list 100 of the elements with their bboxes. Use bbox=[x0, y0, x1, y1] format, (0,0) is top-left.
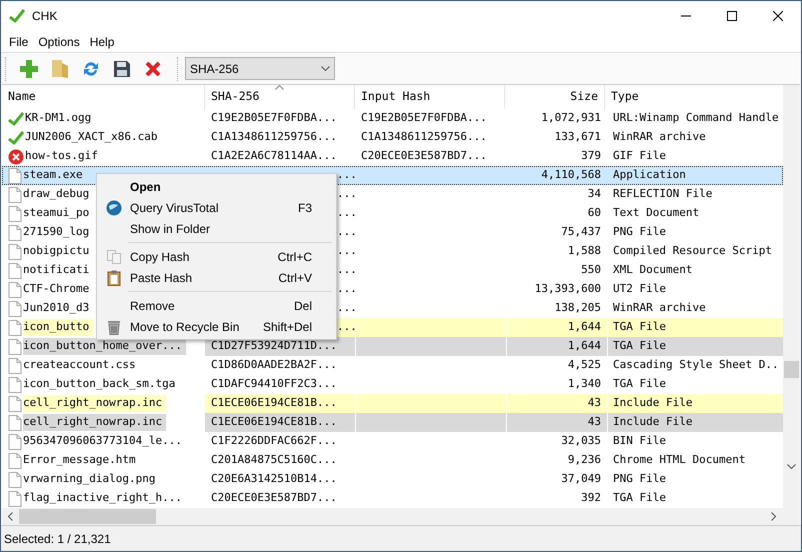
hash-select[interactable]: SHA-256 bbox=[185, 57, 335, 80]
table-cell-text: BIN File bbox=[612, 433, 667, 450]
delete-icon bbox=[145, 60, 161, 76]
table-cell[interactable]: icon_button_home_over... bbox=[23, 338, 186, 355]
table-cell-text: TGA File bbox=[612, 490, 667, 506]
plus-icon bbox=[20, 60, 38, 78]
vertical-scrollbar[interactable] bbox=[783, 85, 800, 508]
table-cell-text: C20ECE0E3E587BD7... bbox=[360, 148, 488, 164]
status-text: Selected: 1 / 21,321 bbox=[4, 530, 111, 548]
context-menu-item[interactable]: Query VirusTotal F3 bbox=[97, 197, 336, 218]
table-cell[interactable]: cell_right_nowrap.inc bbox=[23, 414, 166, 431]
table-cell[interactable]: 271590_log bbox=[23, 224, 94, 241]
table-cell-text: UT2 File bbox=[612, 281, 667, 298]
table-cell-text: 550 bbox=[580, 262, 602, 278]
context-menu-item[interactable]: Remove Del bbox=[97, 295, 336, 316]
context-menu-item[interactable]: Open bbox=[97, 176, 336, 197]
table-cell[interactable]: CTF-Chrome bbox=[23, 281, 94, 298]
table-cell[interactable]: icon_butto bbox=[23, 319, 94, 336]
file-icon bbox=[8, 490, 22, 506]
table-cell[interactable]: nobigpictu bbox=[23, 243, 94, 260]
table-cell[interactable]: cell_right_nowrap.inc bbox=[23, 395, 166, 412]
table-cell-text: URL:Winamp Command Handle bbox=[612, 110, 780, 126]
file-icon bbox=[8, 224, 22, 240]
table-cell-text: C20E6A3142510B14... bbox=[210, 471, 338, 488]
file-icon bbox=[8, 262, 22, 278]
table-cell-text: C19E2B05E7F0FDBA... bbox=[210, 110, 338, 126]
close-icon bbox=[773, 11, 783, 21]
table-cell-text: 1,588 bbox=[566, 243, 602, 260]
table-cell: 1,644 bbox=[507, 337, 607, 356]
table-cell[interactable]: Jun2010_d3 bbox=[23, 300, 94, 317]
add-button[interactable] bbox=[19, 58, 39, 80]
table-cell-text: 392 bbox=[580, 490, 602, 506]
file-icon bbox=[8, 300, 22, 316]
folder-icon bbox=[52, 60, 68, 78]
table-cell[interactable]: how-tos.gif bbox=[25, 148, 102, 165]
table-cell[interactable]: steamui_po bbox=[23, 205, 94, 222]
table-cell[interactable]: createaccount.css bbox=[23, 357, 140, 374]
table-cell-text: Cascading Style Sheet D.. bbox=[612, 357, 780, 374]
file-icon bbox=[8, 414, 22, 430]
table-cell-text: ... bbox=[337, 243, 357, 260]
table-cell-text: Text Document bbox=[612, 205, 700, 222]
table-cell-text: 138,205 bbox=[554, 300, 602, 316]
table-cell-text: ... bbox=[337, 167, 357, 184]
table-cell[interactable]: draw_debug bbox=[23, 186, 94, 203]
table-cell-text: ... bbox=[337, 319, 357, 336]
table-cell[interactable]: vrwarning_dialog.png bbox=[23, 471, 160, 488]
open-folder-button[interactable] bbox=[50, 58, 70, 80]
column-header[interactable]: SHA-256 bbox=[205, 85, 355, 109]
globe-icon bbox=[106, 200, 122, 216]
table-cell-text: 133,671 bbox=[554, 129, 602, 146]
table-cell[interactable]: Error_message.htm bbox=[23, 452, 140, 469]
chevron-down-icon bbox=[321, 66, 330, 71]
refresh-icon bbox=[82, 60, 100, 78]
table-cell: TGA File bbox=[608, 337, 783, 356]
horizontal-scrollbar[interactable] bbox=[2, 508, 800, 525]
table-cell[interactable]: icon_button_back_sm.tga bbox=[23, 376, 180, 393]
table-cell-text: C1A2E2A6C78114AA... bbox=[210, 148, 338, 164]
table-cell-text: 32,035 bbox=[560, 433, 602, 450]
table-cell-text: C20ECE0E3E587BD7... bbox=[210, 490, 338, 506]
table-cell-text: ... bbox=[337, 281, 357, 298]
table-cell[interactable]: JUN2006_XACT_x86.cab bbox=[25, 129, 162, 146]
column-header[interactable]: Input Hash bbox=[355, 85, 505, 109]
column-header[interactable]: Name bbox=[2, 85, 205, 109]
table-cell: C1ECE06E194CE81B... bbox=[205, 394, 355, 413]
table-cell-text: 60 bbox=[586, 205, 602, 222]
context-menu-item[interactable]: Paste Hash Ctrl+V bbox=[97, 267, 336, 288]
table-cell-text: 13,393,600 bbox=[534, 281, 602, 298]
context-menu-item[interactable]: Copy Hash Ctrl+C bbox=[97, 246, 336, 267]
file-icon bbox=[8, 186, 22, 202]
table-cell: Include File bbox=[608, 394, 783, 413]
table-cell-text: ... bbox=[337, 300, 357, 316]
column-header[interactable]: Size bbox=[505, 85, 605, 109]
scrollbar-thumb[interactable] bbox=[784, 361, 799, 378]
context-menu-item[interactable]: Show in Folder bbox=[97, 218, 336, 239]
table-cell-text: 9,236 bbox=[566, 452, 602, 468]
clipboard-icon bbox=[106, 270, 122, 286]
table-cell-text: 4,525 bbox=[566, 357, 602, 374]
scrollbar-thumb[interactable] bbox=[19, 509, 156, 524]
file-icon bbox=[8, 206, 22, 222]
table-cell-text: GIF File bbox=[612, 148, 667, 164]
table-cell[interactable]: 956347096063773104_le... bbox=[23, 433, 186, 450]
table-cell-text: XML Document bbox=[612, 262, 694, 278]
menu-item[interactable]: Help bbox=[84, 32, 120, 50]
table-cell[interactable]: notificati bbox=[23, 262, 94, 279]
table-cell: C1ECE06E194CE81B... bbox=[205, 413, 355, 432]
table-cell-text: WinRAR archive bbox=[612, 300, 707, 316]
menu-item[interactable]: File bbox=[4, 32, 34, 50]
table-cell-text: Application bbox=[612, 167, 687, 184]
table-cell-text: ... bbox=[337, 205, 357, 222]
table-cell-text: 379 bbox=[580, 148, 602, 164]
context-menu-item[interactable]: Move to Recycle Bin Shift+Del bbox=[97, 316, 336, 337]
check-icon bbox=[8, 112, 24, 126]
table-cell: 43 bbox=[507, 394, 607, 413]
chevron-left-icon bbox=[8, 512, 13, 521]
table-cell[interactable]: KR-DM1.ogg bbox=[25, 110, 96, 127]
file-icon bbox=[8, 244, 22, 260]
menu-item[interactable]: Options bbox=[33, 32, 85, 50]
table-cell-text: 1,072,931 bbox=[540, 110, 602, 126]
table-cell[interactable]: flag_inactive_right_h... bbox=[23, 490, 186, 507]
table-cell-text: ... bbox=[337, 224, 357, 240]
